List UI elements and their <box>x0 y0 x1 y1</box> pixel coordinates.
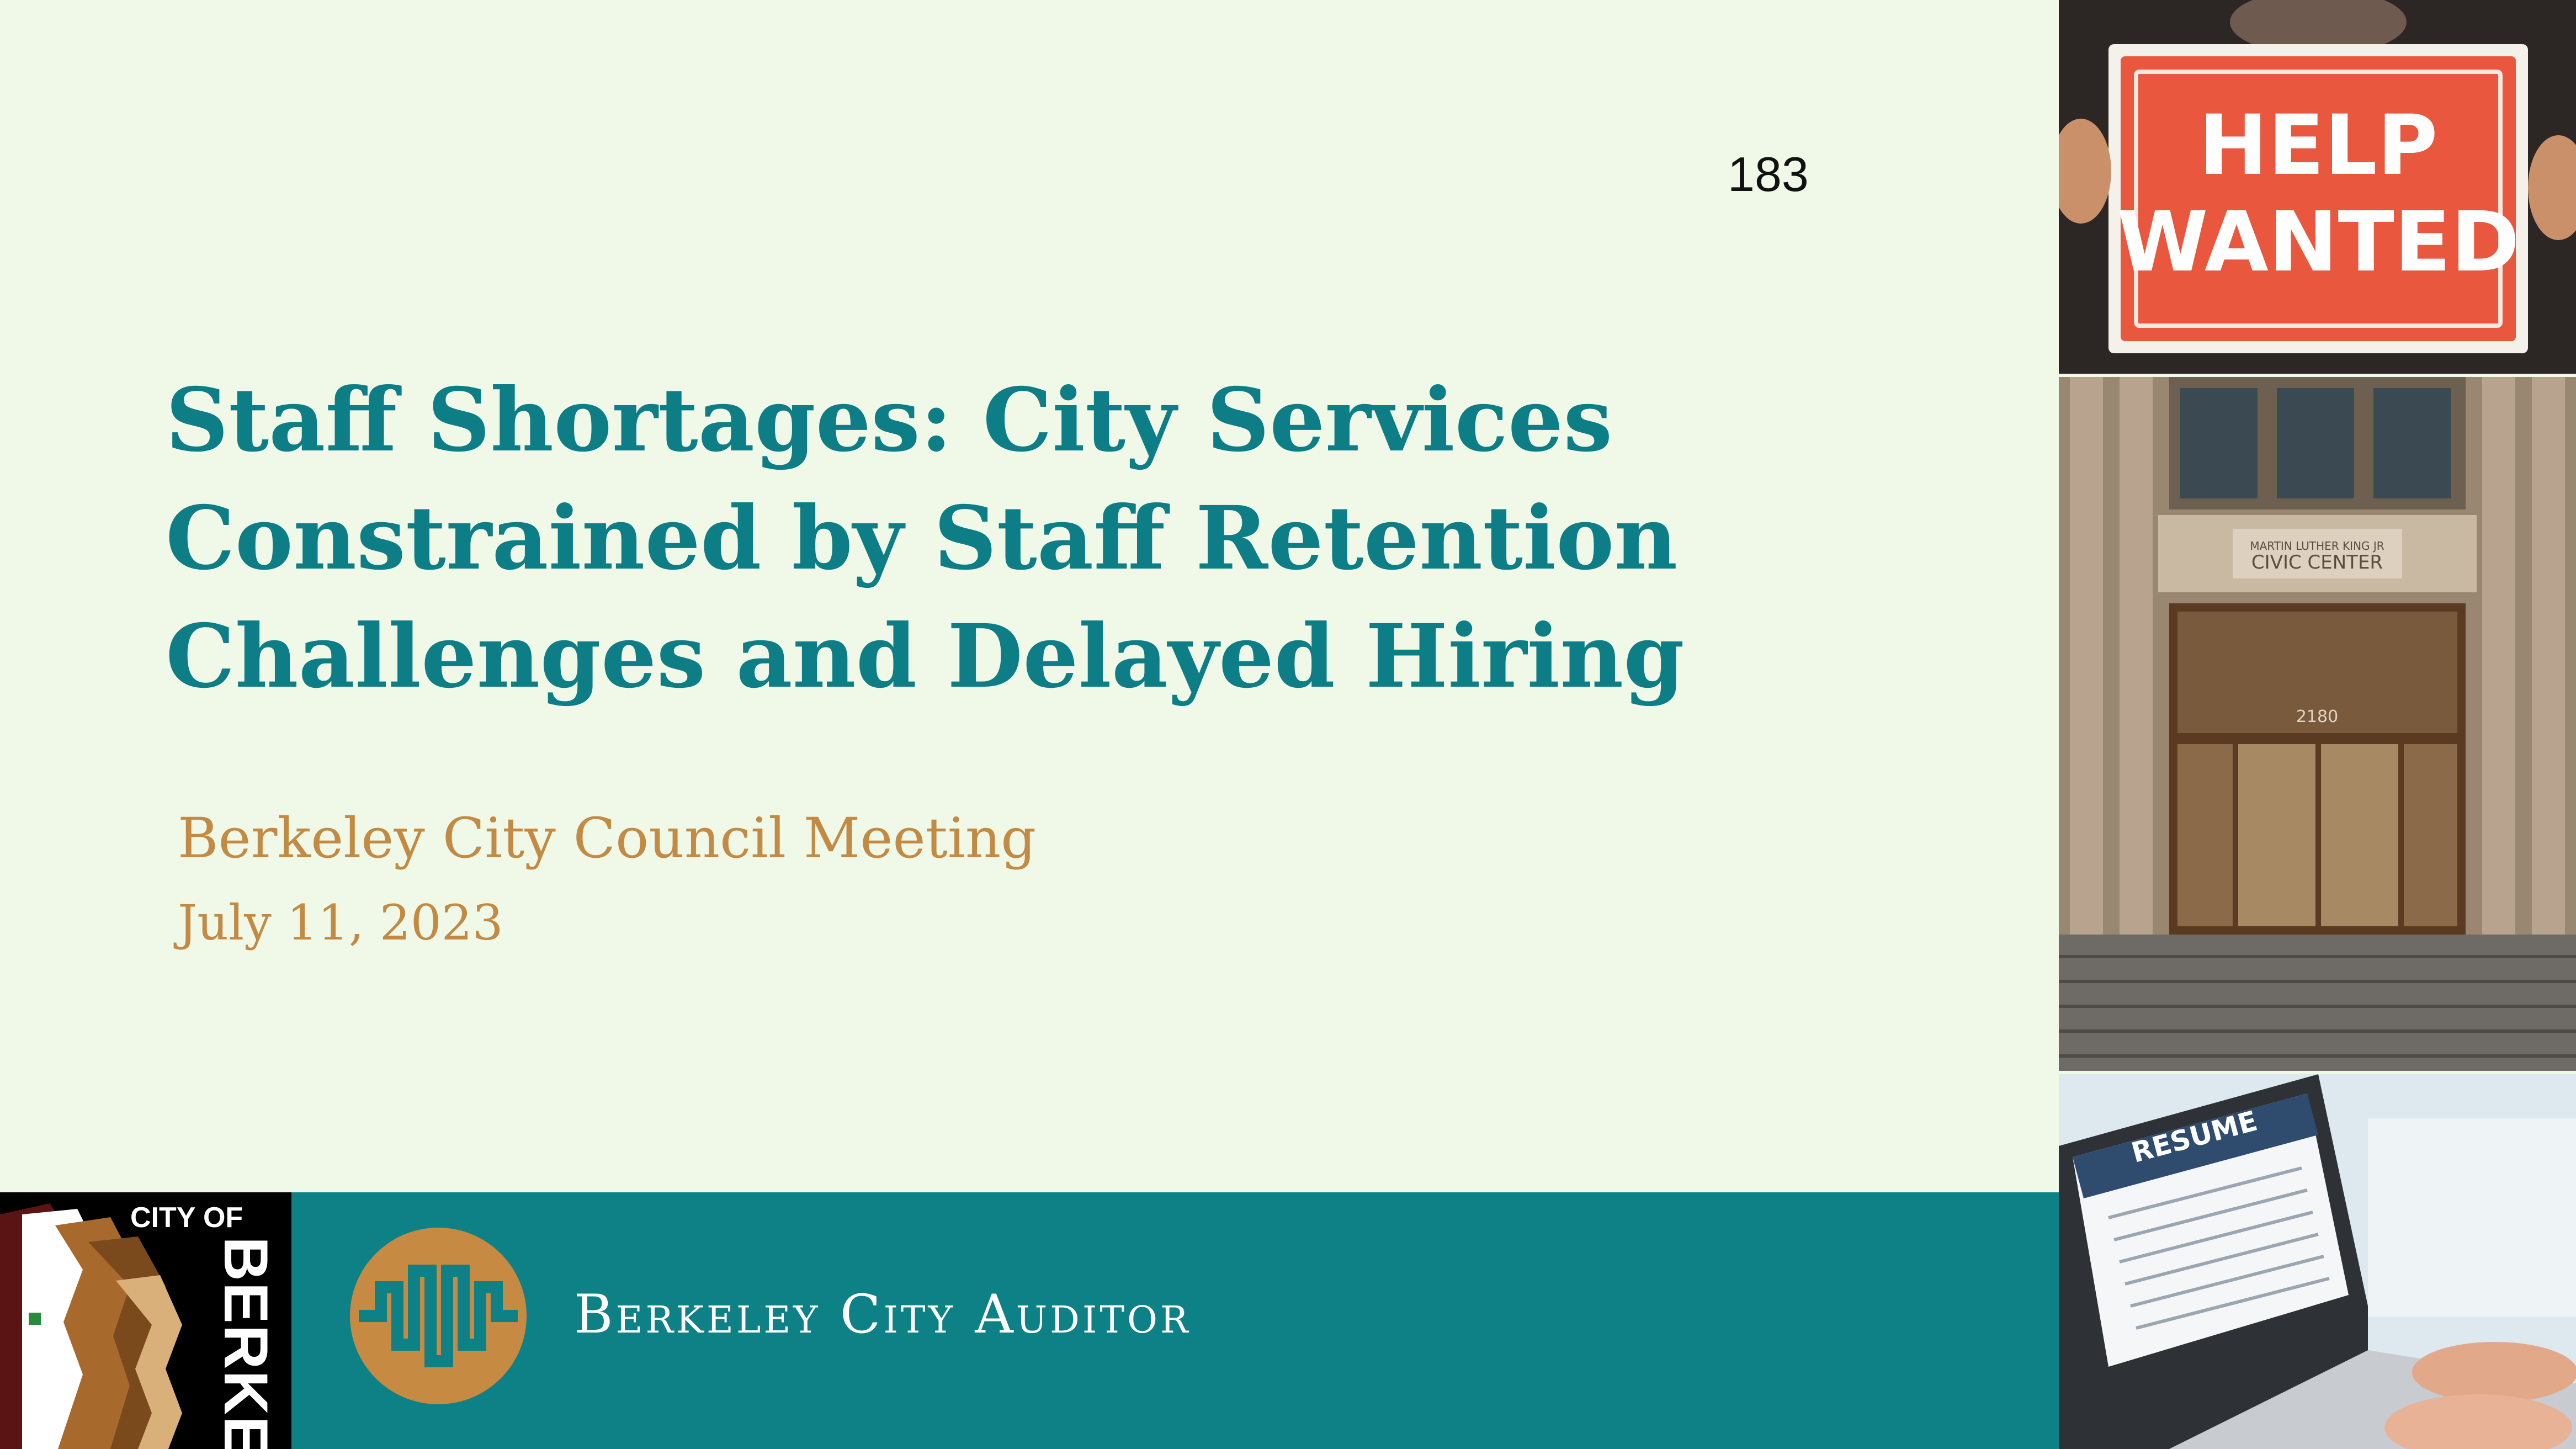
slide-title: Staff Shortages: City Services Constrain… <box>166 362 1932 716</box>
meeting-date: July 11, 2023 <box>178 894 503 951</box>
plaque-line2: CIVIC CENTER <box>2251 551 2383 574</box>
title-line: Staff Shortages: City Services <box>166 369 1613 471</box>
city-of-berkeley-logo: CITY OF BERKELEY <box>0 1192 291 1449</box>
title-line: Constrained by Staff Retention <box>166 487 1678 590</box>
address-number: 2180 <box>2296 707 2338 726</box>
meeting-subtitle: Berkeley City Council Meeting <box>178 806 1037 871</box>
city-of-label: CITY OF <box>130 1202 243 1234</box>
resume-laptop-photo: RESUME <box>2059 1074 2576 1449</box>
help-text: HELP <box>2198 98 2438 194</box>
page-number: 183 <box>1728 147 1809 201</box>
help-wanted-photo: HELP WANTED <box>2059 0 2576 374</box>
auditor-name: Berkeley City Auditor <box>574 1283 1191 1345</box>
auditor-logo-icon <box>350 1228 527 1404</box>
berkeley-label: BERKELEY <box>211 1236 280 1449</box>
civic-center-photo: MARTIN LUTHER KING JR CIVIC CENTER 2180 <box>2059 377 2576 1071</box>
title-line: Challenges and Delayed Hiring <box>166 606 1685 708</box>
wanted-text: WANTED <box>2117 194 2520 290</box>
plaque-line1: MARTIN LUTHER KING JR <box>2250 539 2384 553</box>
